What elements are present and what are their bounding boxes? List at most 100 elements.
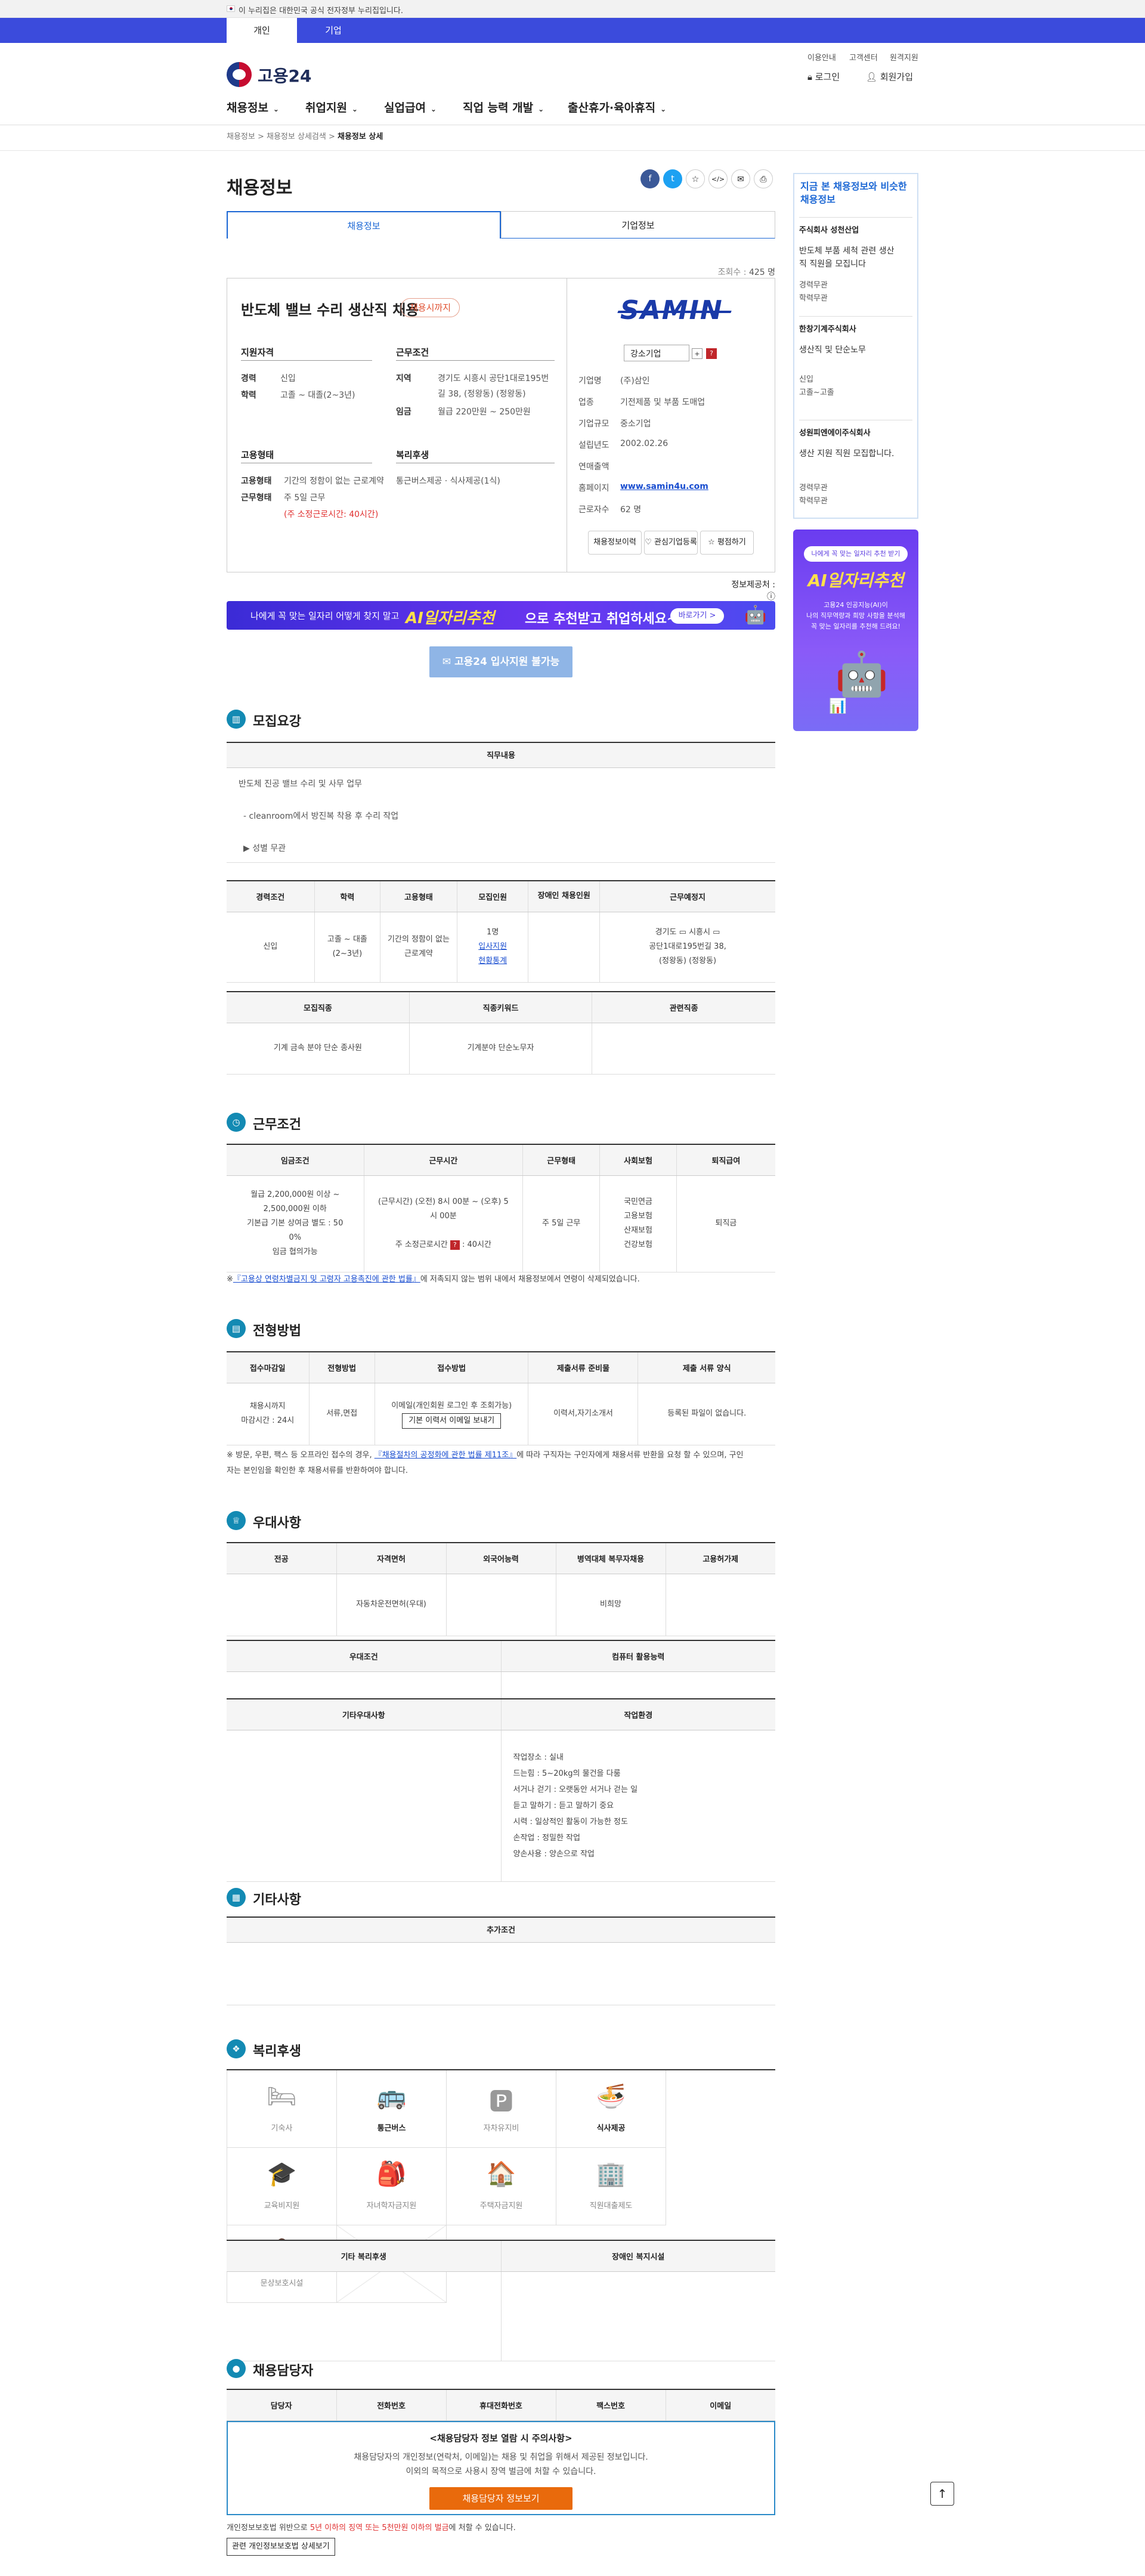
login-button[interactable]: 🔒︎ 로그인 bbox=[807, 70, 840, 83]
view-contact-button[interactable]: 채용담당자 정보보기 bbox=[429, 2487, 572, 2510]
tab-job-info[interactable]: 채용정보 bbox=[227, 211, 501, 239]
car-icon: 🅿 bbox=[489, 2088, 513, 2116]
ai-banner-highlight: AI일자리추천 bbox=[406, 609, 495, 627]
company-category: 강소기업 bbox=[624, 345, 689, 361]
col-education: 학력 bbox=[314, 880, 380, 912]
help-icon[interactable]: ? bbox=[450, 1240, 460, 1250]
law-link[interactable]: 『고용상 연령차별금지 및 고령자 고용촉진에 관한 법률』 bbox=[233, 1275, 420, 1284]
col-location: 근무예정지 bbox=[599, 880, 775, 912]
star-favorite-icon[interactable]: ☆ bbox=[686, 169, 705, 188]
duty-box: 직무내용 bbox=[227, 742, 775, 768]
nav-job-info[interactable]: 채용정보 ⌄ bbox=[227, 99, 279, 115]
region-value-2: 길 38, (정왕동) (정왕동) bbox=[438, 389, 526, 399]
apply-label: 고용24 입사지원 불가능 bbox=[454, 656, 560, 668]
qualification-heading: 지원자격 bbox=[241, 347, 274, 358]
logo-text[interactable]: 고용24 bbox=[258, 63, 312, 87]
twitter-share-icon[interactable]: t bbox=[663, 169, 682, 188]
job-history-button[interactable]: 채용정보이력 bbox=[588, 531, 642, 555]
scroll-top-button[interactable]: ↑ bbox=[930, 2482, 954, 2506]
utility-customer-center[interactable]: 고객센터 bbox=[849, 51, 878, 63]
map-icon[interactable]: ▭ bbox=[713, 928, 720, 937]
signup-button[interactable]: 👤︎ 회원가입 bbox=[866, 70, 913, 83]
help-icon[interactable]: ? bbox=[706, 348, 717, 359]
privacy-law-detail-button[interactable]: 관련 개인정보보호법 상세보기 bbox=[227, 2538, 335, 2556]
view-count-label: 조회수 : bbox=[717, 268, 747, 277]
notice-line: 이외의 목적으로 사용시 장역 벌금에 처할 수 있습니다. bbox=[406, 2467, 596, 2476]
cell-text: 주 소정근로시간 bbox=[395, 1240, 448, 1249]
send-resume-button[interactable]: 기본 이력서 이메일 보내기 bbox=[402, 1413, 502, 1429]
nav-label: 직업 능력 개발 bbox=[463, 101, 534, 114]
cell: 퇴직금 bbox=[676, 1175, 775, 1272]
person-icon: ● bbox=[227, 2359, 246, 2378]
tab-company[interactable]: 기업 bbox=[298, 18, 369, 43]
col-receive: 접수방법 bbox=[374, 1351, 528, 1383]
similar-job-card[interactable]: 성원피엔에이주식회사 생산 지원 직원 모집합니다. 경력무관 학력무관 bbox=[799, 420, 912, 508]
tab-personal[interactable]: 개인 bbox=[227, 18, 297, 43]
welfare-item-dormitory: 🛏 기숙사 bbox=[227, 2070, 337, 2148]
breadcrumb-item[interactable]: 채용정보 상세검색 bbox=[267, 132, 326, 141]
section-title-selection: 전형방법 bbox=[253, 1324, 301, 1339]
cell-text: 경기도 bbox=[655, 928, 677, 937]
tab-company-info[interactable]: 기업정보 bbox=[501, 211, 775, 239]
company-name-value: (주)삼인 bbox=[620, 376, 650, 386]
breadcrumb-item[interactable]: 채용정보 bbox=[227, 132, 255, 141]
cell: 기간의 정함이 없는 근로계약 bbox=[380, 912, 457, 983]
nav-vocational-training[interactable]: 직업 능력 개발 ⌄ bbox=[463, 99, 544, 115]
cell-text: 고용보험 bbox=[624, 1212, 652, 1221]
rate-button[interactable]: ☆ 평점하기 bbox=[700, 531, 754, 555]
stats-link[interactable]: 현황통계 bbox=[478, 956, 507, 965]
view-count: 조회수 : 425 명 bbox=[716, 266, 775, 278]
bus-icon: 🚌 bbox=[376, 2083, 407, 2110]
favorite-company-label: 관심기업등록 bbox=[654, 538, 697, 547]
cell-text: 1명 bbox=[487, 928, 499, 937]
info-icon[interactable]: ⓘ bbox=[767, 592, 775, 602]
welfare-label: 주택자금지원 bbox=[479, 2202, 523, 2210]
document-return-note: ※ 방문, 우편, 팩스 등 오프라인 접수의 경우, 『채용절차의 공정화에 … bbox=[227, 1448, 775, 1479]
ai-recommend-banner[interactable]: 나에게 꼭 맞는 일자리 어떻게 찾지 말고 AI일자리추천 으로 추천받고 취… bbox=[227, 601, 775, 630]
apply-status-link[interactable]: 입사지원 bbox=[478, 942, 507, 951]
similar-job-card[interactable]: 한창기계주식회사 생산직 및 단순노무 신입 고졸~고졸 bbox=[799, 316, 912, 400]
utility-guide[interactable]: 이용안내 bbox=[807, 51, 836, 63]
divider bbox=[0, 150, 1145, 151]
ai-banner-go-button[interactable]: 바로가기 > bbox=[670, 608, 724, 624]
env-line: 드는힘 : 5~20kg의 물건을 다룸 bbox=[513, 1769, 621, 1778]
lock-icon: 🔒︎ bbox=[807, 72, 815, 82]
welfare-item-education: 🎓 교육비지원 bbox=[227, 2148, 337, 2225]
homepage-link[interactable]: www.samin4u.com bbox=[620, 482, 708, 491]
note-text: 에 처할 수 있습니다. bbox=[448, 2524, 516, 2532]
cell: 기계 금속 분야 단순 종사원 bbox=[227, 1023, 410, 1075]
apply-button[interactable]: ✉ 고용24 입사지원 불가능 bbox=[429, 646, 572, 677]
utility-remote-support[interactable]: 원격지원 bbox=[890, 51, 918, 63]
chevron-down-icon: ⌄ bbox=[660, 105, 667, 113]
employment-type-label: 고용형태 bbox=[241, 476, 272, 486]
similar-job-meta: 경력무관 학력무관 bbox=[799, 279, 912, 305]
nav-unemployment-benefit[interactable]: 실업급여 ⌄ bbox=[384, 99, 437, 115]
embed-code-icon[interactable]: </> bbox=[708, 169, 728, 188]
print-icon[interactable]: ⎙ bbox=[754, 169, 773, 188]
heart-icon: ♡ bbox=[645, 538, 655, 547]
similar-job-meta-line: 신입 bbox=[799, 375, 813, 384]
ai-banner-subtext: 으로 추천받고 취업하세요~ bbox=[525, 612, 678, 627]
cell: 국민연금 고용보험 산재보험 건강보험 bbox=[599, 1175, 677, 1272]
work-hours-value: (주 소정근로시간: 40시간) bbox=[284, 510, 379, 519]
wage-label: 임금 bbox=[396, 407, 411, 417]
law-link[interactable]: 『채용절차의 공정화에 관한 법률 제11조』 bbox=[375, 1451, 516, 1460]
ai-side-desc: 고용24 인공지능(AI)이 나의 직무역량과 희망 사항을 분석해 꼭 맞는 일자… bbox=[793, 600, 918, 632]
facebook-share-icon[interactable]: f bbox=[640, 169, 660, 188]
logo-emblem-icon[interactable] bbox=[227, 62, 252, 87]
nav-employment-support[interactable]: 취업지원 ⌄ bbox=[305, 99, 358, 115]
plus-icon[interactable]: + bbox=[692, 348, 703, 359]
nav-parental-leave[interactable]: 출산휴가·육아휴직 ⌄ bbox=[568, 99, 666, 115]
table-row: 작업장소 : 실내 드는힘 : 5~20kg의 물건을 다룸 서거나 걷기 : … bbox=[227, 1730, 775, 1882]
company-size-value: 중소기업 bbox=[620, 419, 651, 429]
breadcrumb-current: 채용정보 상세 bbox=[338, 132, 383, 141]
cell: 이메일(개인회원 로그인 후 조회가능) 기본 이력서 이메일 보내기 bbox=[374, 1383, 528, 1445]
col-method: 전형방법 bbox=[308, 1351, 375, 1383]
ai-recommend-side-banner[interactable]: 나에게 꼭 맞는 일자리 추천 받기 AI일자리추천 고용24 인공지능(AI)… bbox=[793, 530, 918, 731]
mail-icon[interactable]: ✉ bbox=[731, 169, 750, 188]
col-disabled: 장애인 채용인원 bbox=[528, 880, 600, 912]
favorite-company-button[interactable]: ♡ 관심기업등록 bbox=[644, 531, 698, 555]
note-text: 개인정보보호법 위반으로 bbox=[227, 2524, 308, 2532]
map-icon[interactable]: ▭ bbox=[679, 928, 686, 937]
similar-job-card[interactable]: 주식회사 성천산업 반도체 부품 세척 관련 생산 직 직원을 모집니다 경력무관… bbox=[799, 217, 912, 305]
